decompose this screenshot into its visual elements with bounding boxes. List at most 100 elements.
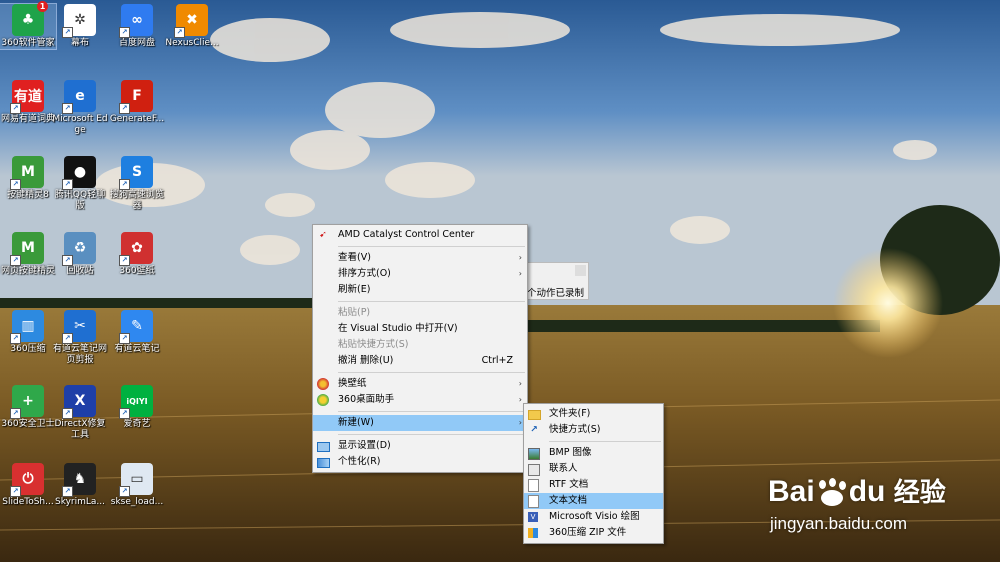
submenu-item-folder[interactable]: 文件夹(F)	[524, 406, 663, 422]
shortcut-arrow-icon: ↗	[62, 333, 73, 344]
icon-iqiyi[interactable]: iQIYI ↗ 爱奇艺	[109, 385, 165, 430]
shortcut-arrow-icon: ↗	[10, 179, 21, 190]
icon-qq-lite[interactable]: ● ↗ 腾讯QQ轻聊版	[52, 156, 108, 212]
anjian-jingling-8-icon: M ↗	[10, 156, 44, 190]
desktop-icon-label: 360安全卫士	[1, 419, 55, 429]
qq-lite-icon: ● ↗	[62, 156, 96, 190]
menu-separator	[338, 372, 525, 373]
text-document-icon	[528, 495, 540, 508]
submenu-item-bmp[interactable]: BMP 图像	[524, 445, 663, 461]
personalize-icon	[317, 456, 330, 468]
desktop-icon-label: 网易有道词典	[0, 114, 55, 124]
icon-ms-edge[interactable]: e ↗ Microsoft Edge	[52, 80, 108, 136]
menu-item-change-wallpaper[interactable]: 换壁纸 ›	[313, 376, 527, 392]
submenu-item-rtf[interactable]: RTF 文档	[524, 477, 663, 493]
menu-item-360-desktop-assistant[interactable]: 360桌面助手 ›	[313, 392, 527, 408]
desktop-icon-label: 百度网盘	[118, 38, 155, 48]
menu-item-amd-catalyst[interactable]: ➹ AMD Catalyst Control Center	[313, 227, 527, 243]
desktop-icon-label: 有道云笔记	[114, 344, 160, 354]
icon-recycle-bin[interactable]: ♻ ↗ 回收站	[52, 232, 108, 277]
menu-separator	[338, 246, 525, 247]
desktop-icon-label: SlideToSh...	[2, 497, 54, 507]
desktop-context-menu: ➹ AMD Catalyst Control Center 查看(V) › 排序方…	[312, 224, 528, 473]
baidu-jingyan-watermark: Bai du 经验 jingyan.baidu.com	[768, 475, 946, 533]
youdao-clipper-icon: ✂ ↗	[62, 310, 96, 344]
contact-icon	[528, 463, 540, 476]
desktop-icon-label: 爱奇艺	[123, 419, 151, 429]
shortcut-arrow-icon: ↗	[174, 27, 185, 38]
icon-360-safe[interactable]: + ↗ 360安全卫士	[0, 385, 56, 430]
submenu-item-zip[interactable]: 360压缩 ZIP 文件	[524, 525, 663, 541]
menu-separator	[338, 301, 525, 302]
shortcut-arrow-icon: ↗	[62, 27, 73, 38]
menu-separator	[549, 441, 661, 442]
icon-youdao-clipper[interactable]: ✂ ↗ 有道云笔记网页剪报	[52, 310, 108, 366]
visio-icon: V	[528, 511, 540, 523]
skyrim-launcher-icon: ♞ ↗	[62, 463, 96, 497]
recording-tooltip: 个动作已录制	[524, 262, 589, 300]
icon-youdao-dict[interactable]: 有道 ↗ 网易有道词典	[0, 80, 56, 125]
web-anjian-icon: M ↗	[10, 232, 44, 266]
menu-item-open-visual-studio[interactable]: 在 Visual Studio 中打开(V)	[313, 321, 527, 337]
generatef-icon: F ↗	[119, 80, 153, 114]
menu-item-view[interactable]: 查看(V) ›	[313, 250, 527, 266]
chevron-right-icon: ›	[518, 395, 522, 404]
icon-sogou-browser[interactable]: S ↗ 搜狗高速浏览器	[109, 156, 165, 212]
nexus-client-icon: ✖ ↗	[174, 4, 208, 38]
desktop-icon-label: 360壁纸	[119, 266, 155, 276]
chevron-right-icon: ›	[518, 418, 522, 427]
shortcut-arrow-icon: ↗	[10, 333, 21, 344]
360-zip-icon: ▥ ↗	[10, 310, 44, 344]
menu-item-paste-shortcut[interactable]: 粘贴快捷方式(S)	[313, 337, 527, 353]
slide-to-shutdown-icon: ⏻ ↗	[10, 463, 44, 497]
icon-baidu-netdisk[interactable]: ∞ ↗ 百度网盘	[109, 4, 165, 49]
shortcut-arrow-icon: ↗	[10, 103, 21, 114]
menu-item-undo-delete[interactable]: 撤消 删除(U) Ctrl+Z	[313, 353, 527, 369]
submenu-item-text-document[interactable]: 文本文档	[524, 493, 663, 509]
menu-item-display-settings[interactable]: 显示设置(D)	[313, 438, 527, 454]
zip-archive-icon	[528, 527, 540, 539]
shortcut-arrow-icon: ↗	[62, 179, 73, 190]
submenu-item-contact[interactable]: 联系人	[524, 461, 663, 477]
icon-web-anjian[interactable]: M ↗ 网页按键精灵	[0, 232, 56, 277]
icon-skse-loader[interactable]: ▭ ↗ skse_load...	[109, 463, 165, 508]
menu-item-new[interactable]: 新建(W) ›	[313, 415, 527, 431]
tooltip-close-icon[interactable]	[575, 265, 586, 276]
mubu-icon: ✲ ↗	[62, 4, 96, 38]
wallpaper-icon	[317, 378, 329, 390]
icon-nexus-client[interactable]: ✖ ↗ NexusClie...	[164, 4, 220, 49]
shortcut-arrow-icon: ↗	[119, 333, 130, 344]
shortcut-arrow-icon: ↗	[62, 103, 73, 114]
shortcut-arrow-icon: ↗	[119, 179, 130, 190]
shortcut-arrow-icon: ↗	[119, 27, 130, 38]
desktop-icon-label: 360软件管家	[1, 38, 55, 48]
notification-badge: 1	[37, 1, 48, 12]
shortcut-arrow-icon: ↗	[119, 486, 130, 497]
icon-mubu[interactable]: ✲ ↗ 幕布	[52, 4, 108, 49]
desktop-icon-label: 360压缩	[10, 344, 46, 354]
icon-directx-repair[interactable]: X ↗ DirectX修复工具	[52, 385, 108, 441]
desktop-icon-label: SkyrimLa...	[54, 497, 105, 507]
icon-generatef[interactable]: F ↗ GenerateF...	[109, 80, 165, 125]
menu-item-sort[interactable]: 排序方式(O) ›	[313, 266, 527, 282]
youdao-dict-icon: 有道 ↗	[10, 80, 44, 114]
submenu-item-shortcut[interactable]: ↗ 快捷方式(S)	[524, 422, 663, 438]
submenu-item-visio[interactable]: V Microsoft Visio 绘图	[524, 509, 663, 525]
icon-360-zip[interactable]: ▥ ↗ 360压缩	[0, 310, 56, 355]
chevron-right-icon: ›	[518, 253, 522, 262]
icon-anjian-jingling-8[interactable]: M ↗ 按键精灵8	[0, 156, 56, 201]
icon-360-software-manager[interactable]: ♣ 1 360软件管家	[0, 1, 57, 50]
icon-slide-to-shutdown[interactable]: ⏻ ↗ SlideToSh...	[0, 463, 56, 508]
tooltip-text: 个动作已录制	[527, 288, 585, 299]
menu-item-refresh[interactable]: 刷新(E)	[313, 282, 527, 298]
baidu-netdisk-icon: ∞ ↗	[119, 4, 153, 38]
desktop-icon-label: GenerateF...	[109, 114, 165, 124]
menu-item-personalize[interactable]: 个性化(R)	[313, 454, 527, 470]
icon-360-wallpaper[interactable]: ✿ ↗ 360壁纸	[109, 232, 165, 277]
shortcut-icon: ↗	[530, 425, 538, 435]
shortcut-arrow-icon: ↗	[119, 255, 130, 266]
icon-youdao-note[interactable]: ✎ ↗ 有道云笔记	[109, 310, 165, 355]
icon-skyrim-launcher[interactable]: ♞ ↗ SkyrimLa...	[52, 463, 108, 508]
menu-item-paste[interactable]: 粘贴(P)	[313, 305, 527, 321]
shortcut-arrow-icon: ↗	[62, 408, 73, 419]
